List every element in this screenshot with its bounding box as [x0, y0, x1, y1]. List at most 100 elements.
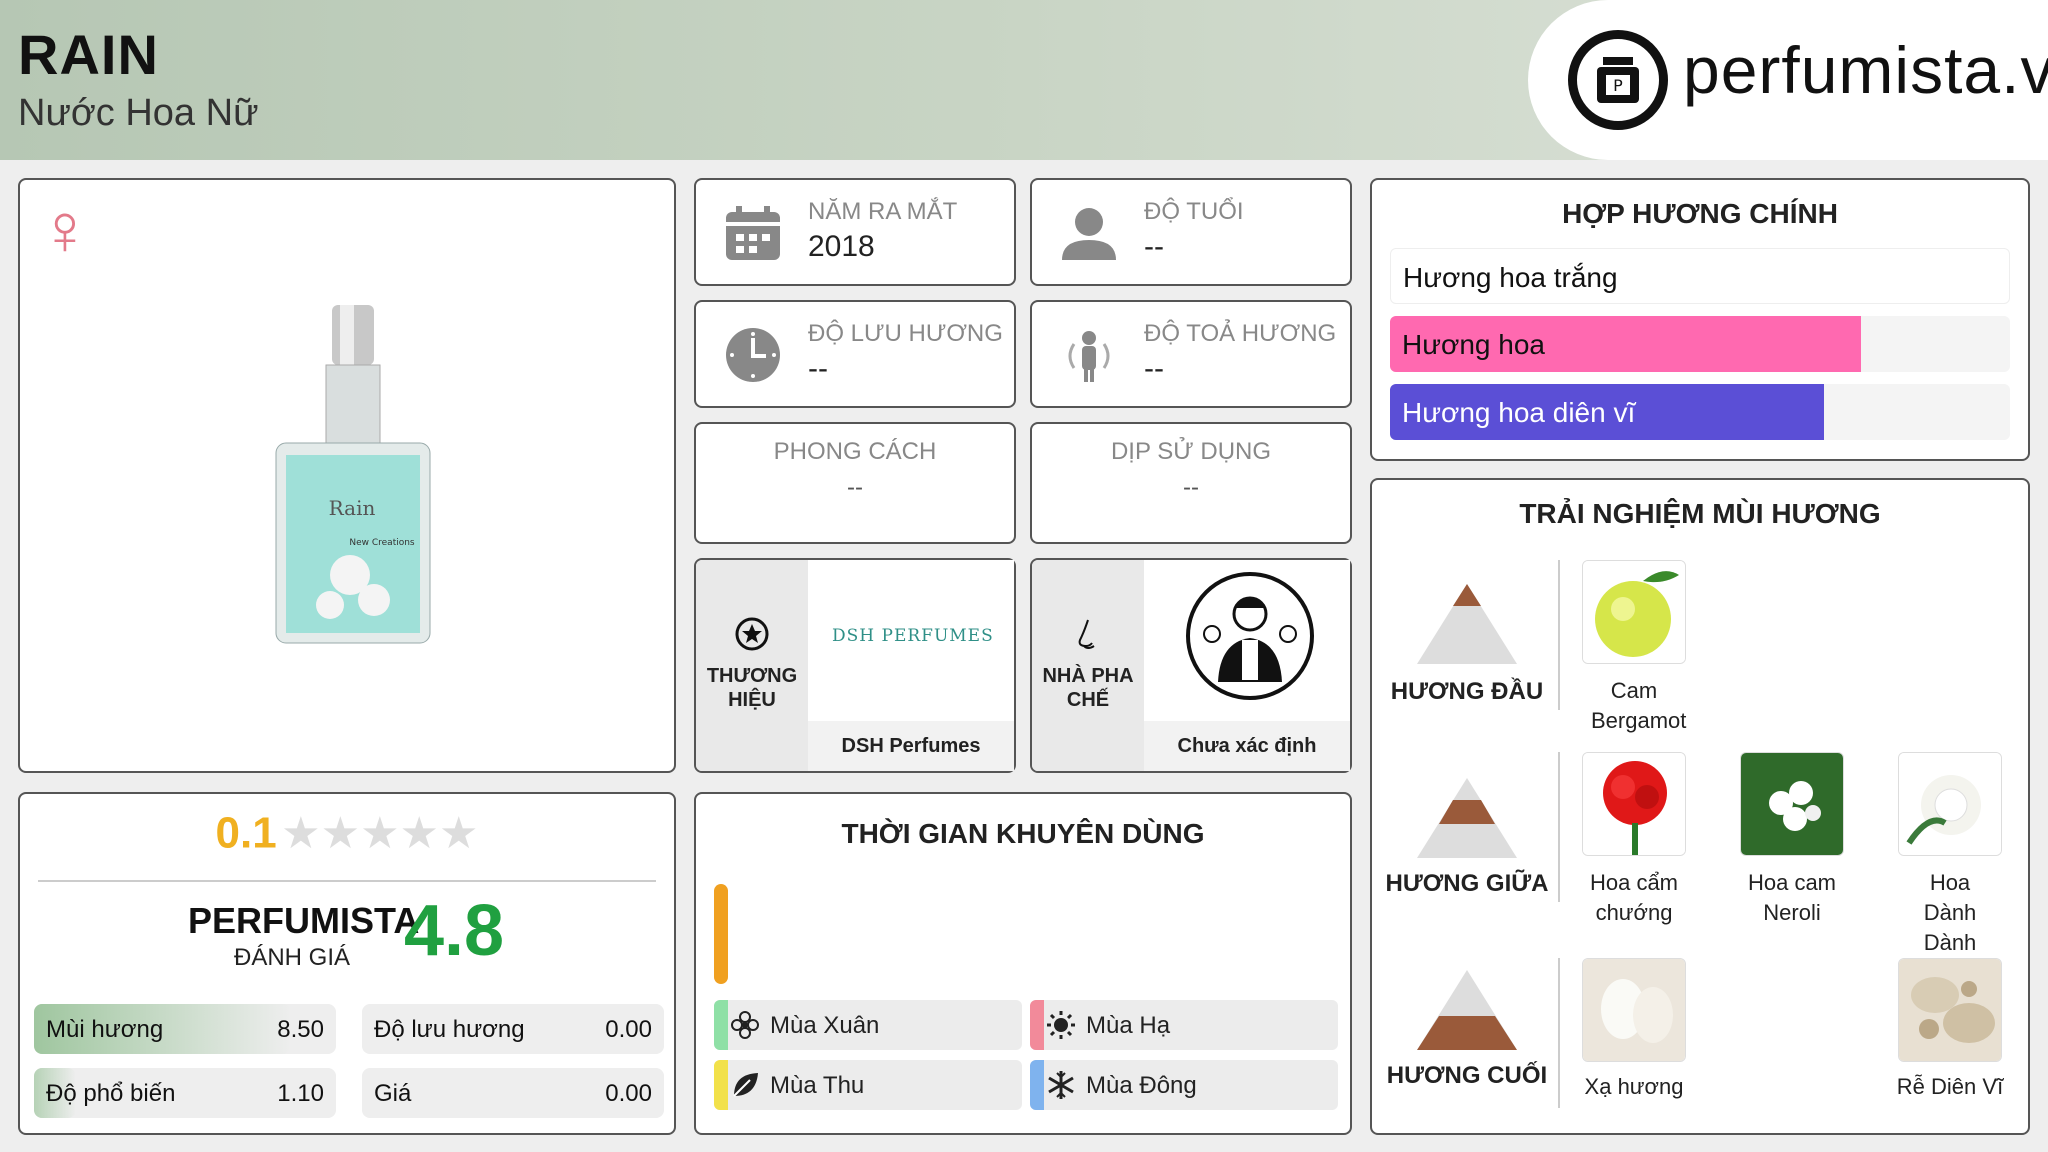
- perfumista-score: 4.8: [404, 891, 505, 971]
- season-spring: Mùa Xuân: [714, 1000, 1022, 1050]
- launch-year-card: NĂM RA MẮT 2018: [694, 178, 1016, 286]
- star-icon[interactable]: ★: [439, 809, 478, 858]
- score-price: Giá 0.00: [362, 1068, 664, 1118]
- notes-card: TRẢI NGHIỆM MÙI HƯƠNG HƯƠNG ĐẦU Cam Berg…: [1370, 478, 2030, 1135]
- perfumer-avatar-icon: [1186, 572, 1314, 700]
- product-title: RAIN: [18, 23, 159, 86]
- accord-row: Hương hoa diên vĩ: [1390, 384, 2010, 440]
- longevity-label: ĐỘ LƯU HƯƠNG: [808, 320, 1003, 347]
- season-label: Mùa Hạ: [1086, 1012, 1171, 1039]
- season-label: Mùa Đông: [1086, 1072, 1197, 1099]
- bottle-label: Rain: [329, 496, 376, 520]
- note-label: Cam Bergamot: [1591, 678, 1687, 733]
- season-color-bar: [1030, 1060, 1044, 1110]
- score-popularity: Độ phổ biến 1.10: [34, 1068, 336, 1118]
- site-logo[interactable]: P perfumista.vn: [1528, 0, 2048, 160]
- header: RAIN Nước Hoa Nữ P perfumista.vn: [0, 0, 2048, 160]
- brand-card[interactable]: THƯƠNG HIỆU DSH PERFUMES DSH Perfumes: [694, 558, 1016, 773]
- carnation-image[interactable]: [1582, 752, 1686, 856]
- occasion-label: DỊP SỬ DỤNG: [1110, 438, 1272, 465]
- score-scent: Mùi hương 8.50: [34, 1004, 336, 1054]
- score-value: 0.00: [605, 1080, 652, 1107]
- venus-icon: ♀: [38, 190, 92, 270]
- brand-label: THƯƠNG HIỆU: [706, 665, 798, 711]
- score-label: Mùi hương: [46, 1016, 164, 1043]
- perfumer-image-area: [1144, 560, 1350, 715]
- star-icon[interactable]: ★: [360, 809, 399, 858]
- season-color-bar: [714, 1060, 728, 1110]
- note-label: Rễ Diên Vĩ: [1896, 1074, 2004, 1099]
- recommend-bar: [714, 884, 728, 984]
- style-label: PHONG CÁCH: [773, 438, 937, 465]
- sillage-card: ĐỘ TOẢ HƯƠNG --: [1030, 300, 1352, 408]
- notes-title: TRẢI NGHIỆM MÙI HƯƠNG: [1519, 498, 1881, 529]
- brand-logo-area: DSH PERFUMES: [808, 560, 1014, 715]
- score-label: Độ lưu hương: [374, 1016, 525, 1043]
- note-label: Xạ hương: [1584, 1074, 1684, 1099]
- perfume-bottle-logo-icon: P: [1568, 30, 1668, 130]
- score-label: Độ phổ biến: [46, 1080, 176, 1107]
- clock-icon: [726, 328, 780, 382]
- season-color-bar: [714, 1000, 728, 1050]
- user-score: 0.1: [215, 808, 277, 858]
- season-label: Mùa Thu: [770, 1072, 865, 1099]
- perfume-bottle-image: Rain New Creations: [275, 305, 431, 644]
- nose-icon: [1078, 619, 1095, 649]
- star-icon[interactable]: ★: [321, 809, 360, 858]
- gardenia-image[interactable]: [1898, 752, 2002, 856]
- perfumista-sublabel: ĐÁNH GIÁ: [234, 944, 351, 971]
- neroli-image[interactable]: [1740, 752, 1844, 856]
- rating-card: 0.1 ★★★★★ PERFUMISTA ĐÁNH GIÁ 4.8 Mùi hư…: [18, 792, 676, 1135]
- star-icon[interactable]: ★: [281, 809, 320, 858]
- note-label: Hoa Dành Dành: [1923, 870, 1977, 955]
- season-label: Mùa Xuân: [770, 1012, 880, 1039]
- score-longevity: Độ lưu hương 0.00: [362, 1004, 664, 1054]
- perfumista-label: PERFUMISTA: [188, 900, 420, 941]
- note-label: Hoa cam Neroli: [1747, 870, 1837, 925]
- season-color-bar: [1030, 1000, 1044, 1050]
- launch-year-value: 2018: [808, 230, 875, 263]
- style-card: PHONG CÁCH --: [694, 422, 1016, 544]
- accord-label: Hương hoa trắng: [1403, 262, 1618, 293]
- sillage-person-icon: [1068, 331, 1110, 382]
- accord-row: Hương hoa trắng: [1390, 248, 2010, 304]
- age-value: --: [1144, 230, 1164, 263]
- perfumer-label: NHÀ PHA CHẾ: [1042, 665, 1134, 711]
- pyramid-top-icon: [1417, 584, 1517, 664]
- sillage-value: --: [1144, 352, 1164, 385]
- product-subtitle: Nước Hoa Nữ: [18, 92, 259, 134]
- musk-image[interactable]: [1582, 958, 1686, 1062]
- accord-label: Hương hoa: [1402, 329, 1545, 360]
- season-autumn: Mùa Thu: [714, 1060, 1022, 1110]
- calendar-icon: [726, 206, 780, 260]
- sun-icon: [1047, 1011, 1075, 1039]
- bergamot-image[interactable]: [1582, 560, 1686, 664]
- product-image-card: ♀ Rain New Creations: [18, 178, 676, 773]
- middle-notes-label: HƯƠNG GIỮA: [1385, 870, 1549, 897]
- recommend-title: THỜI GIAN KHUYÊN DÙNG: [841, 818, 1205, 849]
- orris-root-image[interactable]: [1898, 958, 2002, 1062]
- pyramid-middle-icon: [1417, 778, 1517, 858]
- age-label: ĐỘ TUỔI: [1144, 198, 1244, 225]
- logo-text: perfumista.vn: [1683, 33, 2048, 107]
- leaf-icon: [733, 1073, 758, 1097]
- occasion-value: --: [1183, 474, 1199, 501]
- flower-icon: [731, 1011, 759, 1039]
- svg-text:P: P: [1613, 76, 1623, 95]
- age-card: ĐỘ TUỔI --: [1030, 178, 1352, 286]
- perfumer-card[interactable]: NHÀ PHA CHẾ Chưa xác định: [1030, 558, 1352, 773]
- launch-year-label: NĂM RA MẮT: [808, 198, 958, 225]
- brand-logo-text: DSH PERFUMES: [832, 626, 994, 646]
- score-value: 8.50: [277, 1016, 324, 1043]
- bottle-sublabel: New Creations: [349, 538, 415, 548]
- rating-divider: [38, 880, 656, 882]
- score-value: 0.00: [605, 1016, 652, 1043]
- sillage-label: ĐỘ TOẢ HƯƠNG: [1144, 320, 1337, 347]
- brand-name: DSH Perfumes: [808, 721, 1014, 771]
- pyramid-base-icon: [1417, 970, 1517, 1050]
- star-icon[interactable]: ★: [400, 809, 439, 858]
- score-value: 1.10: [277, 1080, 324, 1107]
- rating-stars[interactable]: ★★★★★: [281, 809, 478, 858]
- base-notes-label: HƯƠNG CUỐI: [1386, 1062, 1548, 1089]
- season-summer: Mùa Hạ: [1030, 1000, 1338, 1050]
